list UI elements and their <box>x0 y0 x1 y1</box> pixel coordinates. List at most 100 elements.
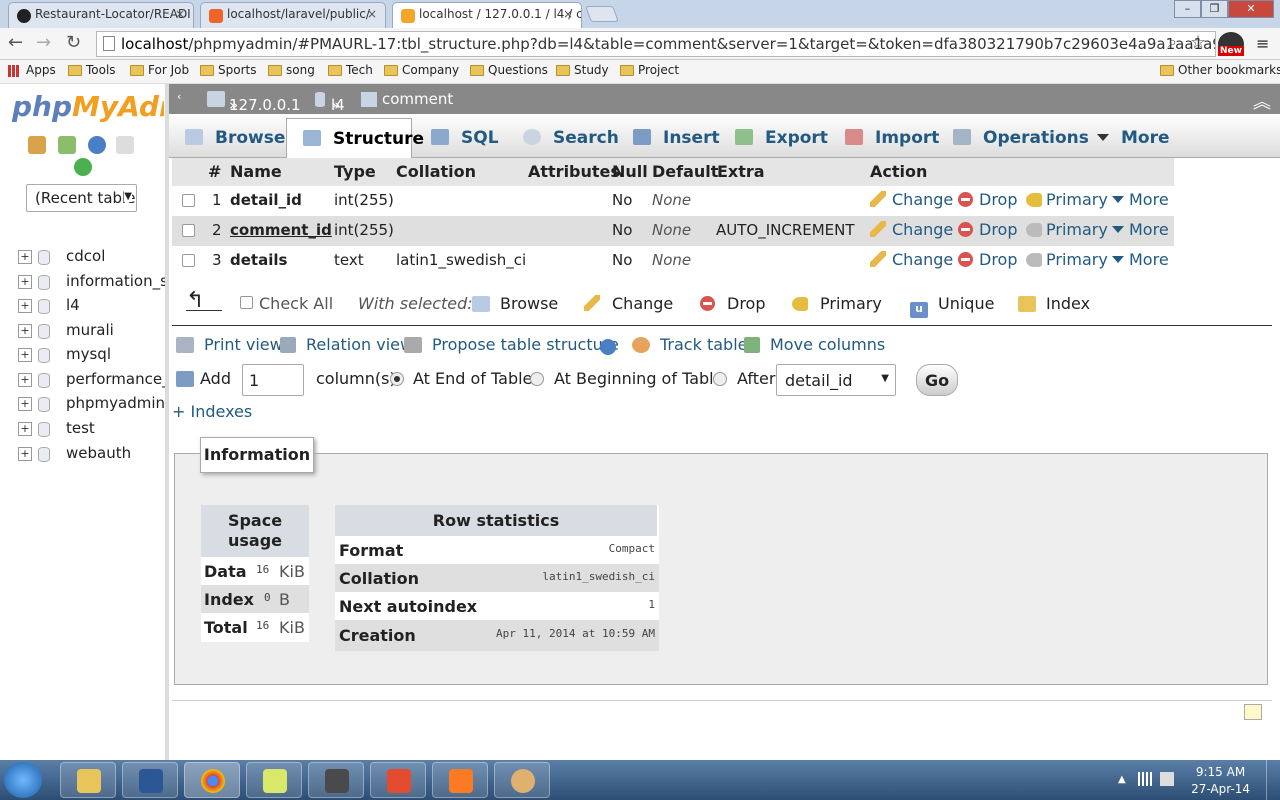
indexes-toggle[interactable]: + Indexes <box>172 402 252 421</box>
taskbar-explorer[interactable] <box>60 762 116 798</box>
expand-icon[interactable]: + <box>18 299 32 313</box>
col-header[interactable]: Name <box>230 158 282 186</box>
sidebar-resize-handle[interactable] <box>165 84 169 760</box>
radio-after[interactable] <box>713 372 727 386</box>
bulk-primary-button[interactable]: Primary <box>792 294 882 313</box>
tab-more[interactable]: More <box>1097 118 1177 158</box>
address-bar[interactable]: localhost/phpmyadmin/#PMAURL-17:tbl_stru… <box>96 31 1216 57</box>
db-item[interactable]: + phpmyadmin <box>18 394 166 416</box>
radio-at-end[interactable] <box>390 372 404 386</box>
start-button[interactable] <box>4 762 42 798</box>
col-header[interactable]: Collation <box>396 158 476 186</box>
help-icon[interactable] <box>600 339 616 355</box>
col-header[interactable]: Extra <box>717 158 765 186</box>
recent-tables-select[interactable]: (Recent tables) ...▼ <box>26 184 137 212</box>
row-checkbox[interactable] <box>182 224 195 237</box>
expand-icon[interactable]: + <box>18 275 32 289</box>
taskbar-word[interactable] <box>122 762 178 798</box>
bookmark-folder[interactable]: Questions <box>468 63 548 77</box>
more-dropdown[interactable]: More <box>1112 220 1169 239</box>
bookmark-folder[interactable]: Project <box>618 63 679 77</box>
db-name[interactable]: cdcol <box>66 247 166 265</box>
bookmark-star-icon[interactable]: ☆ <box>1190 32 1206 53</box>
taskbar-notes[interactable] <box>246 762 302 798</box>
close-tab-icon[interactable]: × <box>175 7 185 21</box>
at-beginning-label[interactable]: At Beginning of Table <box>554 369 723 388</box>
tab-structure[interactable]: Structure <box>286 118 424 158</box>
db-name[interactable]: test <box>66 419 166 437</box>
new-tab-button[interactable] <box>585 6 619 22</box>
check-all-checkbox[interactable] <box>240 296 253 309</box>
more-dropdown[interactable]: More <box>1112 190 1169 209</box>
bookmark-folder[interactable]: Company <box>382 63 459 77</box>
bulk-index-button[interactable]: Index <box>1018 294 1090 313</box>
db-item[interactable]: + cdcol <box>18 247 166 269</box>
tray-arrow-icon[interactable]: ▲ <box>1118 774 1126 785</box>
zoom-icon[interactable]: ⌕ <box>1168 32 1177 52</box>
change-link[interactable]: Change <box>870 190 953 209</box>
primary-link[interactable]: Primary <box>1026 250 1108 269</box>
browser-tab-laravel[interactable]: localhost/laravel/public/ × <box>200 2 386 28</box>
forward-icon[interactable]: → <box>36 32 51 53</box>
go-button[interactable]: Go <box>916 364 958 396</box>
col-header[interactable]: Type <box>334 158 376 186</box>
at-end-label[interactable]: At End of Table <box>413 369 532 388</box>
docs-icon[interactable] <box>116 136 134 154</box>
collapse-icon[interactable]: ‹ <box>177 90 181 103</box>
change-link[interactable]: Change <box>870 220 953 239</box>
taskbar-xampp[interactable] <box>432 762 488 798</box>
radio-at-beginning[interactable] <box>530 372 544 386</box>
expand-icon[interactable]: + <box>18 250 32 264</box>
close-window-button[interactable]: ✕ <box>1228 0 1274 18</box>
taskbar-sublime[interactable] <box>308 762 364 798</box>
track-table-link[interactable]: Track table <box>632 335 747 354</box>
db-name[interactable]: information_schema <box>66 272 166 290</box>
bulk-unique-button[interactable]: u Unique <box>910 294 994 318</box>
bookmark-folder[interactable]: Sports <box>198 63 256 77</box>
row-checkbox[interactable] <box>182 254 195 267</box>
expand-icon[interactable]: + <box>18 397 32 411</box>
relation-view-link[interactable]: Relation view <box>280 335 413 354</box>
bookmark-folder[interactable]: For Job <box>128 63 189 77</box>
bulk-change-button[interactable]: Change <box>584 294 673 313</box>
tab-import[interactable]: Import <box>845 118 945 158</box>
system-clock[interactable]: 9:15 AM 27-Apr-14 <box>1191 764 1250 798</box>
tab-browse[interactable]: Browse <box>185 118 285 158</box>
browser-tab-github[interactable]: Restaurant-Locator/READI × <box>8 2 194 28</box>
phpmyadmin-logo[interactable]: phpMyAdmin <box>12 90 164 123</box>
bookmark-folder[interactable]: Tools <box>66 63 116 77</box>
bookmark-apps[interactable]: Apps <box>6 63 56 77</box>
taskbar-paint[interactable] <box>494 762 550 798</box>
reload-nav-icon[interactable] <box>74 158 92 176</box>
taskbar-git[interactable] <box>370 762 426 798</box>
db-name[interactable]: murali <box>66 321 166 339</box>
more-dropdown[interactable]: More <box>1112 250 1169 269</box>
drop-link[interactable]: Drop <box>958 250 1018 269</box>
close-tab-icon[interactable]: × <box>563 7 573 21</box>
row-checkbox[interactable] <box>182 194 195 207</box>
other-bookmarks[interactable]: Other bookmarks <box>1158 63 1280 77</box>
reload-icon[interactable]: ↻ <box>66 32 81 53</box>
bulk-drop-button[interactable]: Drop <box>700 294 766 313</box>
drop-link[interactable]: Drop <box>958 220 1018 239</box>
after-column-select[interactable]: detail_id ▼ <box>776 364 896 396</box>
bookmark-folder[interactable]: song <box>266 63 315 77</box>
tab-operations[interactable]: Operations <box>953 118 1089 158</box>
bookmark-folder[interactable]: Tech <box>326 63 373 77</box>
expand-icon[interactable]: + <box>18 373 32 387</box>
bookmark-folder[interactable]: Study <box>554 63 609 77</box>
db-item[interactable]: + murali <box>18 321 166 343</box>
db-item[interactable]: + webauth <box>18 444 166 466</box>
db-name[interactable]: mysql <box>66 345 166 363</box>
after-label[interactable]: After <box>737 369 775 388</box>
col-header[interactable]: Null <box>612 158 648 186</box>
network-icon[interactable] <box>1138 772 1152 786</box>
primary-link[interactable]: Primary <box>1026 220 1108 239</box>
db-item[interactable]: + performance_schema <box>18 370 166 392</box>
menu-icon[interactable]: ≡ <box>1256 34 1269 53</box>
print-view-link[interactable]: Print view <box>176 335 283 354</box>
tab-export[interactable]: Export <box>735 118 835 158</box>
drop-link[interactable]: Drop <box>958 190 1018 209</box>
change-link[interactable]: Change <box>870 250 953 269</box>
db-name[interactable]: webauth <box>66 444 166 462</box>
